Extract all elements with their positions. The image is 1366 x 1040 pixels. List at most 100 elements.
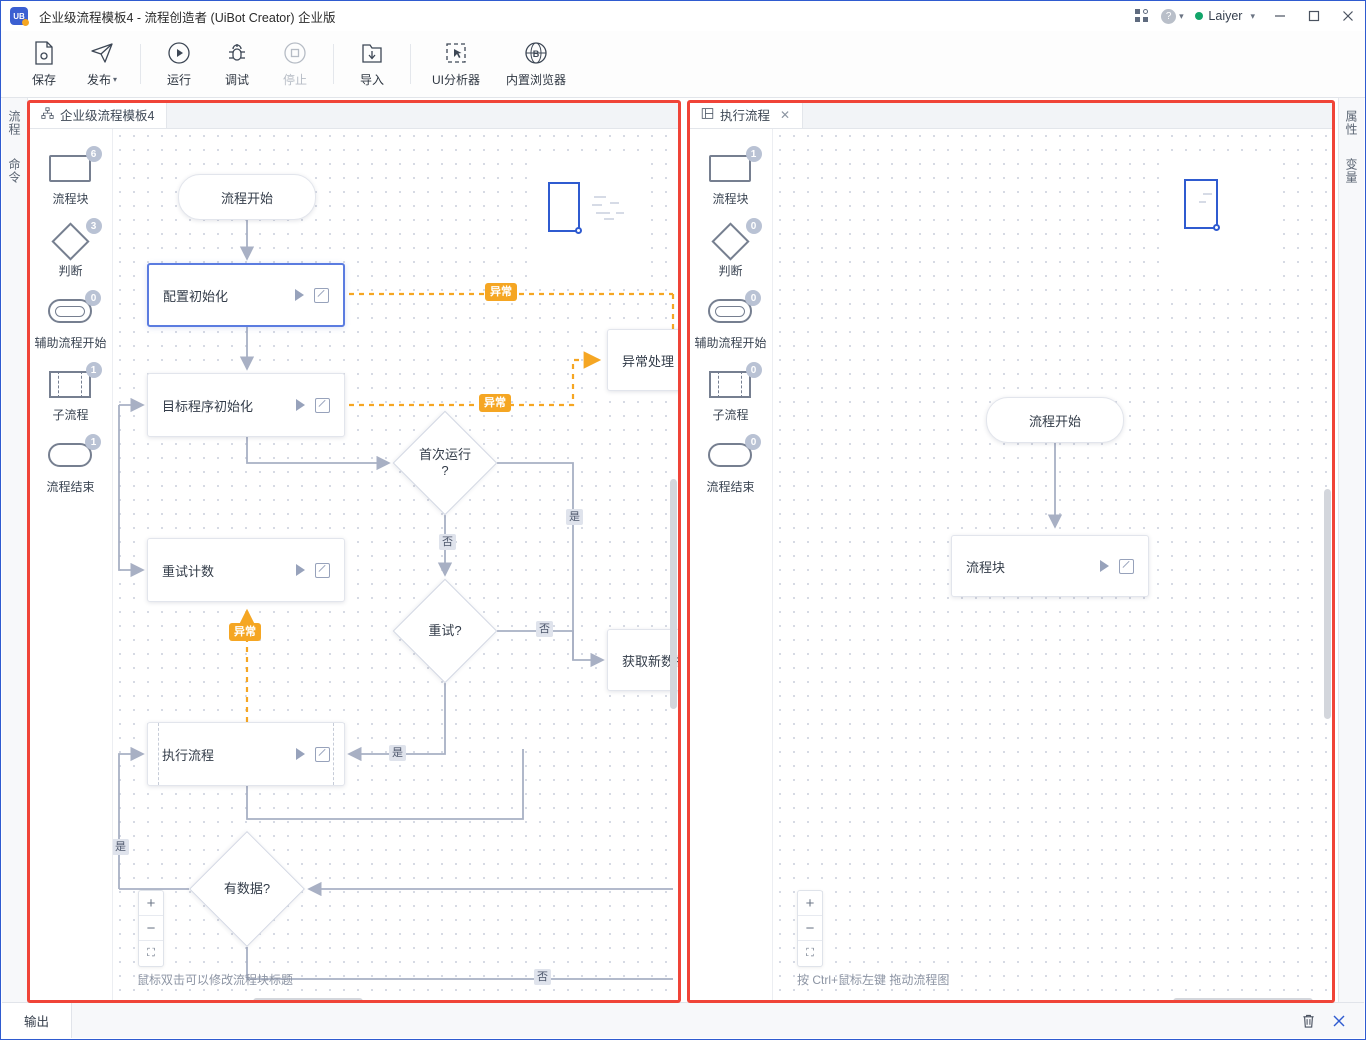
close-icon[interactable]: ✕ (780, 108, 790, 122)
run-button[interactable]: 运行 (150, 34, 208, 94)
node-target-program-init[interactable]: 目标程序初始化 (147, 373, 345, 437)
minimap-content-sketch (1197, 193, 1217, 209)
left-canvas-minimap[interactable] (528, 154, 648, 279)
left-flow-panel: 企业级流程模板4 6 流程块 3 判断 0 辅助流程开始 1 子流程 1 流程结… (29, 101, 679, 1002)
right-canvas-vscrollbar[interactable] (1324, 489, 1331, 719)
rail-item-variables[interactable]: 变量 (1343, 158, 1360, 184)
debug-button[interactable]: 调试 (208, 34, 266, 94)
maximize-button[interactable] (1297, 1, 1331, 31)
palette-label: 子流程 (712, 408, 749, 422)
title-bar-actions: ? ▾ Laiyer ▾ (1127, 1, 1365, 31)
zoom-in-button[interactable]: + (139, 891, 163, 916)
palette-item-flow-block[interactable]: 1 流程块 (708, 146, 762, 207)
fit-to-screen-button[interactable]: ⛶ (139, 941, 163, 966)
palette-item-subprocess[interactable]: 1 子流程 (48, 362, 102, 423)
tab-output[interactable]: 输出 (2, 1003, 73, 1038)
node-retry-count[interactable]: 重试计数 (147, 538, 345, 602)
palette-item-flow-block[interactable]: 6 流程块 (48, 146, 102, 207)
node-run-icon[interactable] (296, 748, 305, 760)
close-button[interactable] (1331, 1, 1365, 31)
rail-item-flow[interactable]: 流程 (6, 110, 23, 136)
node-edit-icon[interactable] (315, 562, 330, 578)
node-flow-start[interactable]: 流程开始 (986, 397, 1124, 443)
node-edit-icon[interactable] (315, 746, 330, 762)
node-execute-flow[interactable]: 执行流程 (147, 722, 345, 786)
node-edit-icon[interactable] (315, 397, 330, 413)
tab-execute-flow[interactable]: 执行流程 ✕ (689, 101, 804, 128)
node-edit-icon[interactable] (314, 287, 329, 303)
right-canvas-hscrollbar[interactable] (1173, 998, 1313, 1002)
left-flow-canvas[interactable]: 流程开始 配置初始化 目标程序初始化 重试计数 执行流程 异常处理 获取新数 首… (113, 129, 679, 1002)
run-icon (167, 40, 191, 66)
decision-shape-icon: 0 (709, 218, 762, 261)
node-run-icon[interactable] (296, 399, 305, 411)
node-run-icon[interactable] (1100, 560, 1109, 572)
palette-label: 辅助流程开始 (34, 336, 107, 350)
chevron-down-icon: ▾ (113, 75, 118, 84)
palette-item-subprocess[interactable]: 0 子流程 (708, 362, 762, 423)
right-panel-tabbar: 执行流程 ✕ (689, 101, 1333, 129)
close-icon[interactable] (1332, 1014, 1346, 1028)
fit-to-screen-button[interactable]: ⛶ (798, 941, 822, 966)
minimap-viewport[interactable] (548, 182, 582, 234)
import-button[interactable]: 导入 (343, 34, 401, 94)
ui-analyzer-button[interactable]: UI分析器 (420, 34, 492, 94)
minimap-content-sketch (590, 194, 636, 224)
palette-item-flow-end[interactable]: 1 流程结束 (46, 434, 102, 495)
left-canvas-vscrollbar[interactable] (670, 479, 677, 709)
save-button[interactable]: 保存 (15, 34, 73, 94)
rail-item-commands[interactable]: 命令 (6, 158, 23, 184)
node-exception-handling[interactable]: 异常处理 (607, 329, 679, 391)
edge-label-yes: 是 (113, 839, 129, 856)
node-flow-start[interactable]: 流程开始 (178, 174, 316, 220)
toolbar-divider (410, 44, 411, 84)
node-flow-block[interactable]: 流程块 (951, 535, 1149, 597)
count-badge: 0 (85, 290, 102, 306)
node-run-icon[interactable] (295, 289, 304, 301)
node-label: 执行流程 (162, 747, 215, 763)
node-run-icon[interactable] (296, 564, 305, 576)
zoom-out-button[interactable]: − (139, 916, 163, 941)
flow-end-shape-icon: 0 (708, 434, 762, 473)
publish-label: 发布 ▾ (86, 73, 118, 87)
node-label: 流程开始 (1028, 413, 1081, 429)
minimap-resize-handle[interactable] (1213, 224, 1220, 231)
zoom-out-button[interactable]: − (798, 916, 822, 941)
left-canvas-hscrollbar[interactable] (253, 998, 363, 1002)
apps-grid-button[interactable] (1127, 1, 1157, 31)
trash-icon[interactable] (1301, 1013, 1316, 1029)
rail-item-properties[interactable]: 属性 (1343, 110, 1360, 136)
palette-item-decision[interactable]: 3 判断 (49, 218, 102, 279)
palette-item-aux-start[interactable]: 0 辅助流程开始 (694, 290, 767, 351)
right-canvas-minimap[interactable] (1161, 157, 1281, 277)
help-button[interactable]: ? ▾ (1157, 1, 1187, 31)
title-bar: UB 企业级流程模板4 - 流程创造者 (UiBot Creator) 企业版 … (1, 1, 1365, 31)
count-badge: 3 (85, 218, 102, 234)
edge-label-no: 否 (439, 534, 456, 551)
palette-item-flow-end[interactable]: 0 流程结束 (706, 434, 762, 495)
chevron-down-icon: ▾ (1250, 10, 1255, 21)
stop-button[interactable]: 停止 (266, 34, 324, 94)
publish-button[interactable]: 发布 ▾ (73, 34, 131, 94)
toolbar-divider (333, 44, 334, 84)
tab-enterprise-flow-template[interactable]: 企业级流程模板4 (29, 101, 168, 128)
palette-item-aux-start[interactable]: 0 辅助流程开始 (34, 290, 107, 351)
window-title: 企业级流程模板4 - 流程创造者 (UiBot Creator) 企业版 (39, 10, 336, 25)
zoom-in-button[interactable]: + (798, 891, 822, 916)
ui-analyzer-label: UI分析器 (431, 73, 480, 87)
right-canvas-hint: 按 Ctrl+鼠标左键 拖动流程图 (797, 973, 950, 987)
minimap-resize-handle[interactable] (575, 227, 582, 234)
builtin-browser-button[interactable]: B 内置浏览器 (492, 34, 580, 94)
palette-label: 辅助流程开始 (694, 336, 767, 350)
minimize-button[interactable] (1263, 1, 1297, 31)
palette-item-decision[interactable]: 0 判断 (709, 218, 762, 279)
right-flow-canvas[interactable]: 流程开始 流程块 + − ⛶ 按 Ctrl+鼠标左键 拖动流程图 (773, 129, 1333, 1002)
count-badge: 1 (745, 146, 762, 162)
node-label: 重试计数 (162, 563, 215, 579)
user-menu[interactable]: Laiyer ▾ (1187, 9, 1263, 23)
node-edit-icon[interactable] (1119, 558, 1134, 574)
count-badge: 1 (85, 362, 102, 378)
node-fetch-new-data[interactable]: 获取新数据 (607, 629, 679, 691)
node-config-init[interactable]: 配置初始化 (147, 263, 345, 327)
bottom-bar-actions (1301, 1003, 1364, 1038)
